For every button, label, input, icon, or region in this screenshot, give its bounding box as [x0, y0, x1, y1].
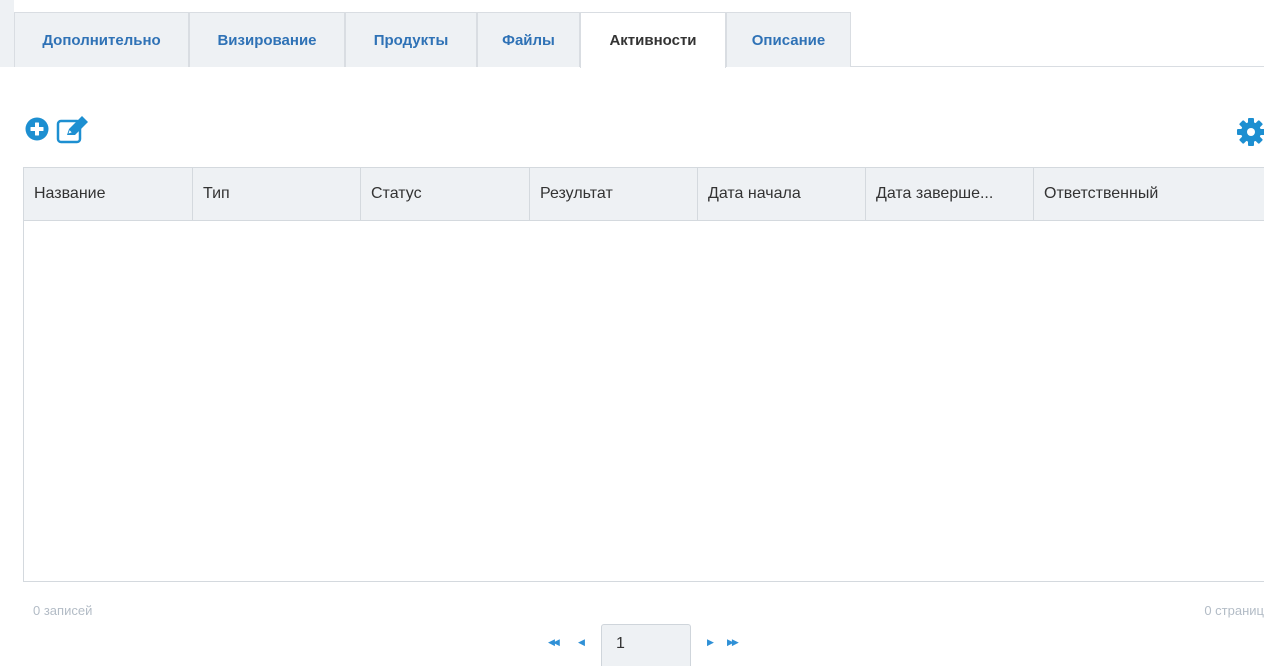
- column-header-responsible[interactable]: Ответственный: [1034, 168, 1264, 220]
- edit-button[interactable]: [56, 116, 92, 144]
- tab-products[interactable]: Продукты: [345, 12, 477, 67]
- settings-button[interactable]: [1236, 117, 1264, 147]
- tab-activities[interactable]: Активности: [580, 12, 726, 68]
- tab-additional[interactable]: Дополнительно: [14, 12, 189, 67]
- table-header: Название Тип Статус Результат Дата начал…: [24, 168, 1264, 221]
- tab-strip-edge: [0, 0, 14, 67]
- page-number-input[interactable]: 1: [601, 624, 691, 666]
- first-page-icon[interactable]: ◀◀: [548, 637, 560, 648]
- tab-description[interactable]: Описание: [726, 12, 851, 67]
- pages-count: 0 страниц: [1204, 603, 1264, 618]
- column-header-status[interactable]: Статус: [361, 168, 530, 220]
- add-button[interactable]: [25, 117, 49, 141]
- plus-circle-icon: [25, 117, 49, 141]
- column-header-result[interactable]: Результат: [530, 168, 698, 220]
- last-page-icon[interactable]: ▶▶: [727, 637, 739, 648]
- gear-icon: [1237, 118, 1264, 146]
- records-count: 0 записей: [33, 603, 93, 618]
- prev-page-icon[interactable]: ◀: [578, 637, 585, 648]
- next-page-icon[interactable]: ▶: [707, 637, 714, 648]
- column-header-type[interactable]: Тип: [193, 168, 361, 220]
- column-header-start-date[interactable]: Дата начала: [698, 168, 866, 220]
- tab-strip: Дополнительно Визирование Продукты Файлы…: [0, 0, 1264, 68]
- edit-icon: [56, 116, 88, 144]
- column-header-name[interactable]: Название: [24, 168, 193, 220]
- tab-files[interactable]: Файлы: [477, 12, 580, 67]
- activities-table: Название Тип Статус Результат Дата начал…: [23, 167, 1264, 582]
- column-header-end-date[interactable]: Дата заверше...: [866, 168, 1034, 220]
- tab-approval[interactable]: Визирование: [189, 12, 345, 67]
